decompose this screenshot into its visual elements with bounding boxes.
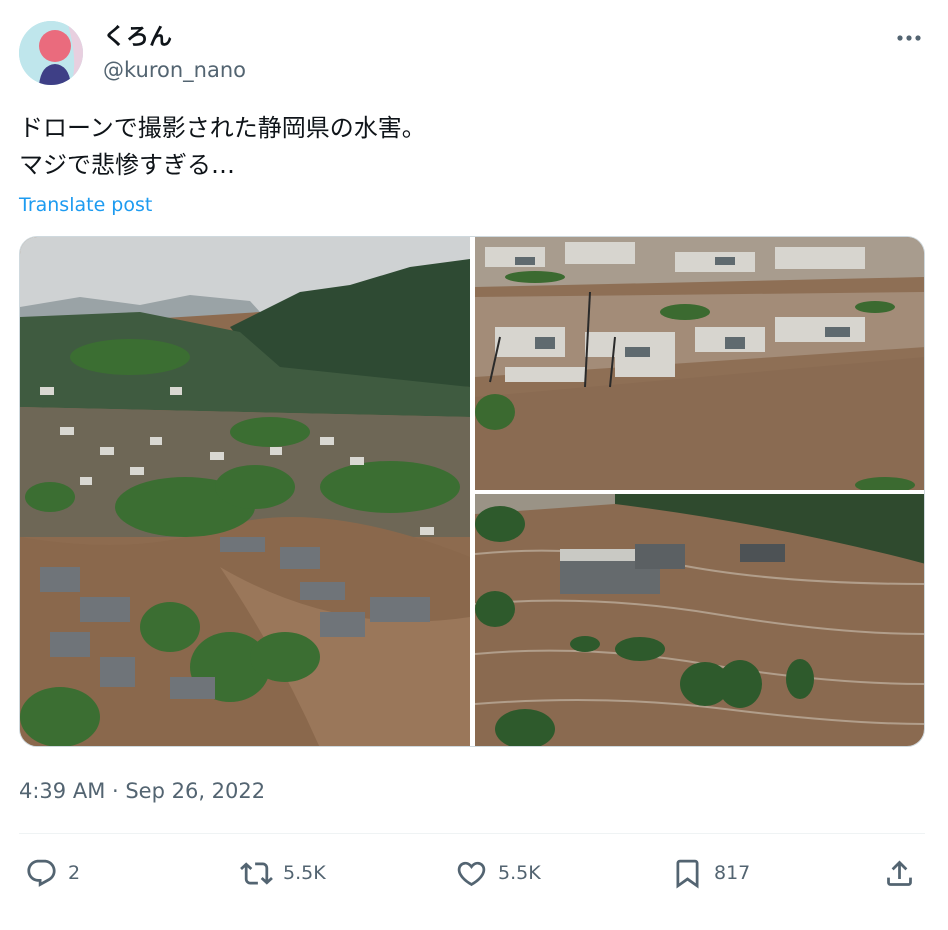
bookmark-button[interactable]: 817 <box>671 855 750 891</box>
media-grid <box>19 236 925 747</box>
divider <box>19 833 925 834</box>
reply-bubble-icon <box>27 859 56 887</box>
share-upload-icon <box>887 860 912 886</box>
bookmark-count: 817 <box>714 862 751 884</box>
author-handle[interactable]: @kuron_nano <box>103 56 246 84</box>
post-text-line-2: マジで悲惨すぎる… <box>19 151 235 179</box>
reply-count: 2 <box>68 862 81 884</box>
retweet-count: 5.5K <box>283 862 326 884</box>
flood-photo-1[interactable] <box>20 237 470 746</box>
heart-icon <box>457 861 486 886</box>
post-text-line-1: ドローンで撮影された静岡県の水害。 <box>19 114 426 142</box>
flood-photo-2-image <box>475 237 924 490</box>
reply-button[interactable]: 2 <box>25 855 80 891</box>
retweet-icon <box>240 861 273 885</box>
more-options-button[interactable] <box>891 24 927 52</box>
post-text: ドローンで撮影された静岡県の水害。 マジで悲惨すぎる… <box>19 110 919 184</box>
translate-post-link[interactable]: Translate post <box>19 192 152 218</box>
author-avatar[interactable] <box>19 21 83 85</box>
like-button[interactable]: 5.5K <box>455 855 541 891</box>
avatar-image <box>19 21 83 85</box>
retweet-button[interactable]: 5.5K <box>240 855 326 891</box>
flood-photo-1-image <box>20 237 470 746</box>
author-display-name[interactable]: くろん <box>103 23 172 51</box>
more-horizontal-icon <box>897 35 921 41</box>
bookmark-icon <box>676 859 699 889</box>
share-button[interactable] <box>883 855 916 891</box>
flood-photo-2[interactable] <box>475 237 924 490</box>
flood-photo-3-image <box>475 494 924 746</box>
flood-photo-3[interactable] <box>475 494 924 746</box>
like-count: 5.5K <box>498 862 541 884</box>
post-timestamp[interactable]: 4:39 AM · Sep 26, 2022 <box>19 777 265 805</box>
